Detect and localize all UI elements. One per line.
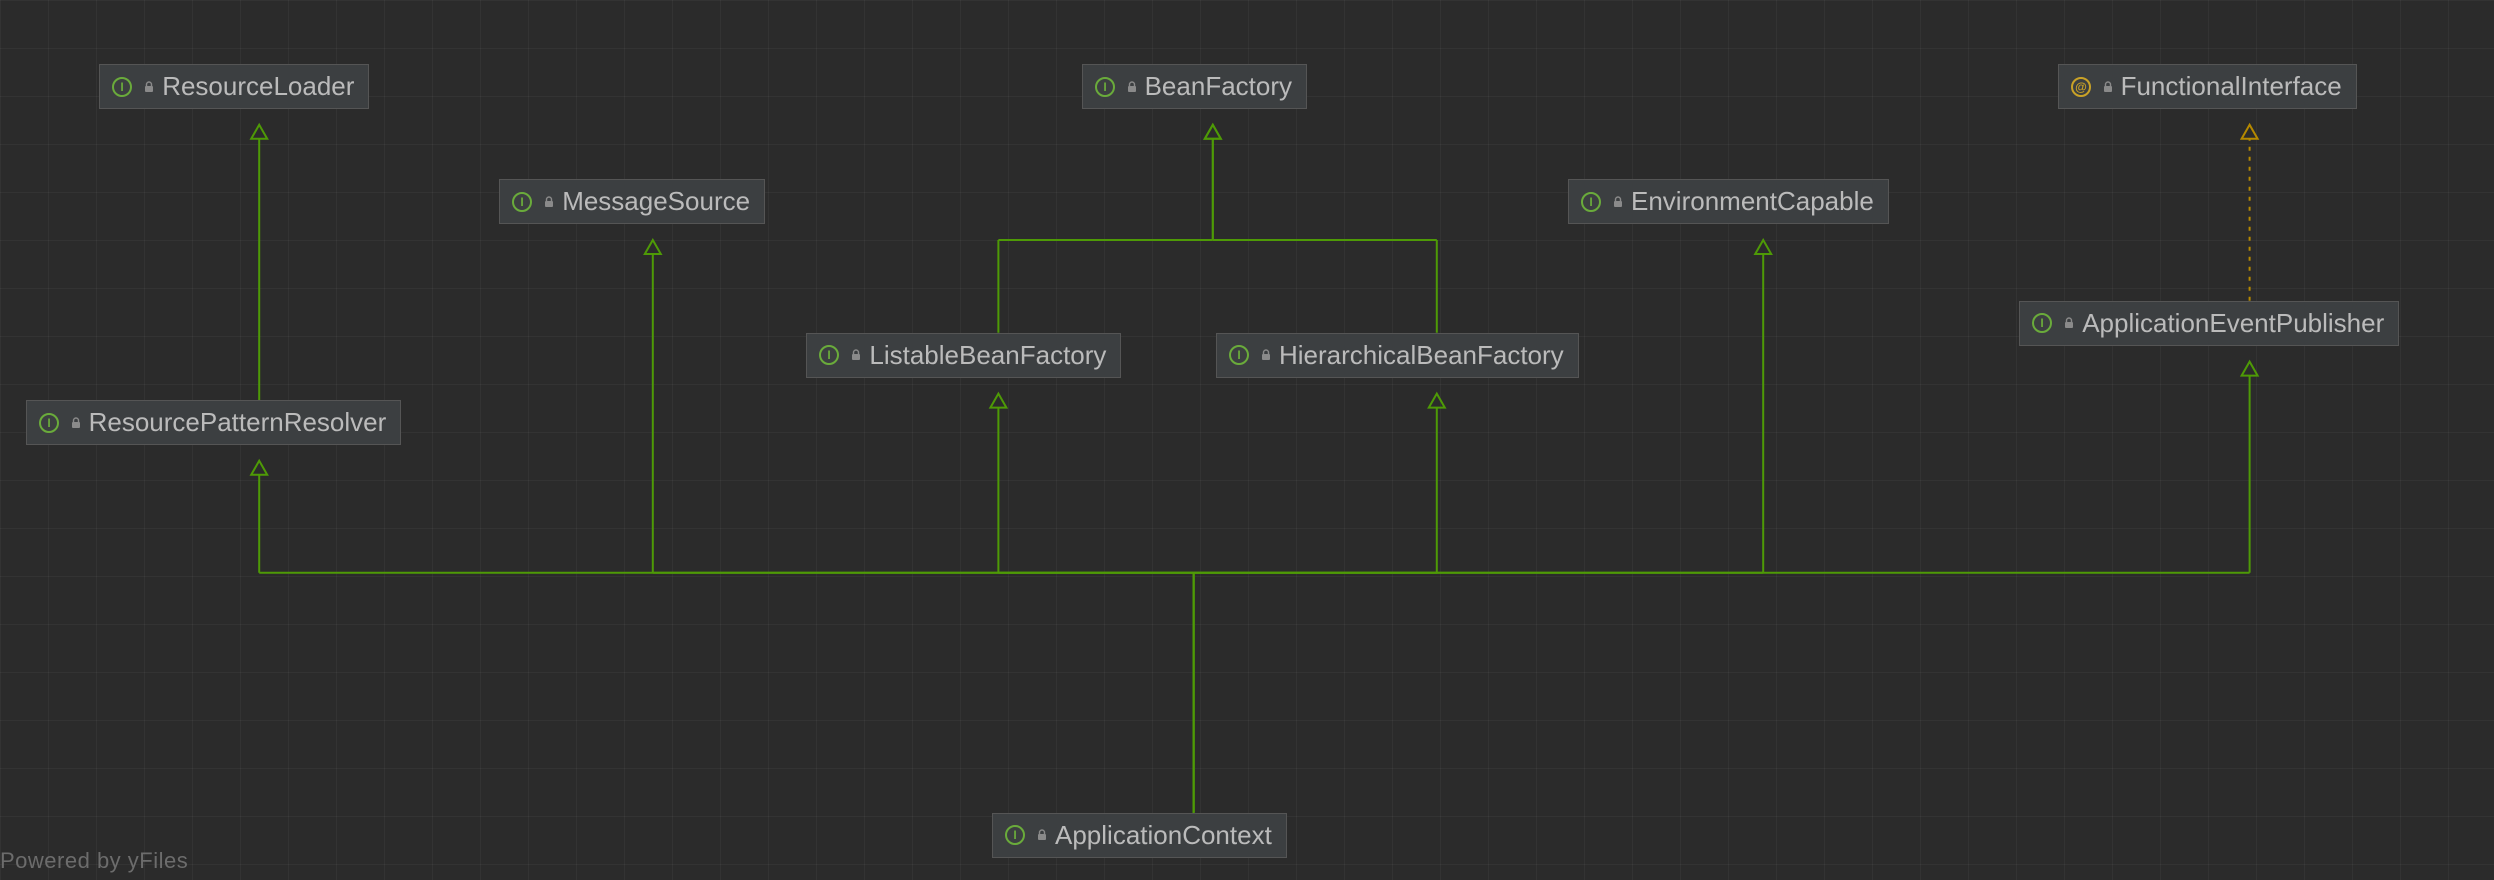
svg-text:I: I: [47, 416, 50, 430]
node-environment-capable[interactable]: I EnvironmentCapable: [1568, 179, 1889, 224]
node-resource-loader[interactable]: I ResourceLoader: [99, 64, 369, 109]
svg-text:I: I: [2041, 316, 2044, 330]
interface-icon: I: [1579, 190, 1603, 214]
node-label: FunctionalInterface: [2121, 71, 2342, 102]
svg-text:I: I: [828, 348, 831, 362]
node-application-context[interactable]: I ApplicationContext: [992, 813, 1287, 858]
svg-text:@: @: [2075, 80, 2087, 94]
node-label: ApplicationContext: [1055, 820, 1272, 851]
node-label: MessageSource: [562, 186, 750, 217]
node-resource-pattern-resolver[interactable]: I ResourcePatternResolver: [26, 400, 402, 445]
lock-icon: [1125, 80, 1139, 94]
node-label: EnvironmentCapable: [1631, 186, 1874, 217]
svg-text:I: I: [1013, 828, 1016, 842]
node-bean-factory[interactable]: I BeanFactory: [1082, 64, 1307, 109]
lock-icon: [1035, 828, 1049, 842]
node-label: ResourcePatternResolver: [89, 407, 387, 438]
lock-icon: [849, 348, 863, 362]
interface-icon: I: [1093, 75, 1117, 99]
svg-text:I: I: [121, 80, 124, 94]
lock-icon: [1611, 195, 1625, 209]
node-application-event-publisher[interactable]: I ApplicationEventPublisher: [2019, 301, 2399, 346]
node-listable-bean-factory[interactable]: I ListableBeanFactory: [806, 333, 1121, 378]
svg-text:I: I: [521, 195, 524, 209]
interface-icon: I: [817, 343, 841, 367]
interface-icon: I: [510, 190, 534, 214]
node-label: ApplicationEventPublisher: [2082, 308, 2384, 339]
lock-icon: [1259, 348, 1273, 362]
watermark-text: Powered by yFiles: [0, 848, 188, 874]
interface-icon: I: [1227, 343, 1251, 367]
interface-icon: I: [2030, 311, 2054, 335]
node-label: ListableBeanFactory: [869, 340, 1106, 371]
interface-icon: I: [1003, 823, 1027, 847]
annotation-icon: @: [2069, 75, 2093, 99]
svg-text:I: I: [1589, 195, 1592, 209]
interface-icon: I: [110, 75, 134, 99]
lock-icon: [2101, 80, 2115, 94]
svg-text:I: I: [1103, 80, 1106, 94]
node-label: ResourceLoader: [162, 71, 354, 102]
node-label: HierarchicalBeanFactory: [1279, 340, 1564, 371]
node-label: BeanFactory: [1145, 71, 1292, 102]
node-hierarchical-bean-factory[interactable]: I HierarchicalBeanFactory: [1216, 333, 1579, 378]
lock-icon: [542, 195, 556, 209]
node-message-source[interactable]: I MessageSource: [499, 179, 765, 224]
lock-icon: [2062, 316, 2076, 330]
lock-icon: [69, 416, 83, 430]
interface-icon: I: [37, 411, 61, 435]
lock-icon: [142, 80, 156, 94]
svg-text:I: I: [1237, 348, 1240, 362]
node-functional-interface[interactable]: @ FunctionalInterface: [2058, 64, 2357, 109]
